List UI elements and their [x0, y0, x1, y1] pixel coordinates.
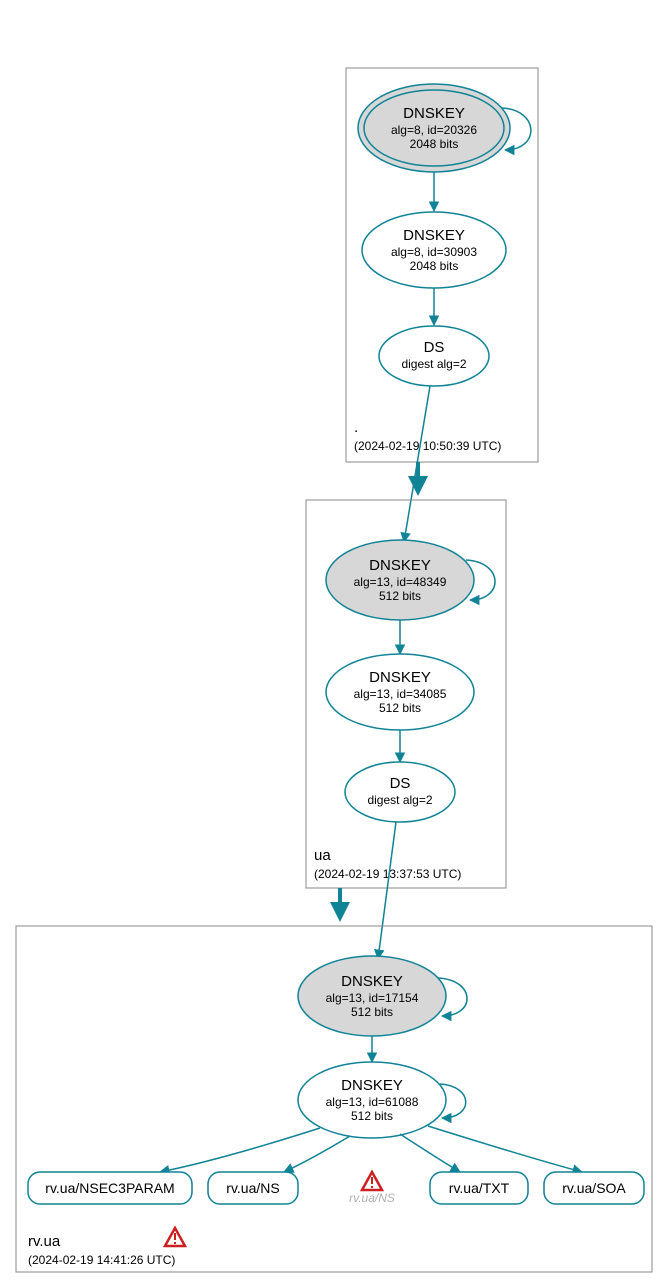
leaf-ns-warning: rv.ua/NS: [349, 1172, 395, 1205]
svg-text:rv.ua/NSEC3PARAM: rv.ua/NSEC3PARAM: [45, 1180, 174, 1196]
edge-rv-zsk-soa: [428, 1126, 582, 1172]
zone-name-rvua: rv.ua: [28, 1233, 61, 1250]
svg-text:rv.ua/TXT: rv.ua/TXT: [449, 1180, 510, 1196]
zone-time-root: (2024-02-19 10:50:39 UTC): [354, 439, 501, 453]
svg-text:rv.ua/SOA: rv.ua/SOA: [562, 1180, 626, 1196]
node-rv-zsk: DNSKEY alg=13, id=61088 512 bits: [298, 1062, 446, 1138]
svg-text:512 bits: 512 bits: [351, 1109, 393, 1123]
svg-text:alg=13, id=48349: alg=13, id=48349: [354, 575, 447, 589]
zone-name-ua: ua: [314, 847, 331, 864]
leaf-nsec3param: rv.ua/NSEC3PARAM: [28, 1172, 192, 1204]
edge-root-ds-ua-ksk: [404, 386, 430, 542]
edge-ua-ds-rv-ksk: [378, 822, 396, 959]
edge-rv-zsk-ns: [284, 1136, 350, 1172]
svg-text:digest alg=2: digest alg=2: [367, 793, 432, 807]
svg-text:digest alg=2: digest alg=2: [401, 357, 466, 371]
svg-text:DS: DS: [424, 339, 445, 356]
node-root-zsk: DNSKEY alg=8, id=30903 2048 bits: [362, 212, 506, 288]
svg-text:512 bits: 512 bits: [379, 589, 421, 603]
svg-text:2048 bits: 2048 bits: [410, 137, 459, 151]
leaf-ns: rv.ua/NS: [208, 1172, 298, 1204]
svg-text:rv.ua/NS: rv.ua/NS: [349, 1191, 395, 1205]
svg-text:DNSKEY: DNSKEY: [403, 227, 465, 244]
svg-text:DNSKEY: DNSKEY: [341, 1077, 403, 1094]
zone-time-ua: (2024-02-19 13:37:53 UTC): [314, 867, 461, 881]
edge-rv-zsk-txt: [400, 1134, 460, 1172]
node-rv-ksk: DNSKEY alg=13, id=17154 512 bits: [298, 956, 446, 1036]
node-ua-ksk: DNSKEY alg=13, id=48349 512 bits: [326, 540, 474, 620]
warning-icon: [362, 1172, 382, 1190]
svg-text:alg=13, id=61088: alg=13, id=61088: [326, 1095, 419, 1109]
svg-text:512 bits: 512 bits: [379, 701, 421, 715]
warning-icon: [165, 1228, 185, 1246]
svg-text:alg=8, id=20326: alg=8, id=20326: [391, 123, 477, 137]
leaf-soa: rv.ua/SOA: [544, 1172, 644, 1204]
zone-time-rvua: (2024-02-19 14:41:26 UTC): [28, 1253, 175, 1267]
svg-text:512 bits: 512 bits: [351, 1005, 393, 1019]
svg-text:DNSKEY: DNSKEY: [403, 105, 465, 122]
dnssec-chain-diagram: . (2024-02-19 10:50:39 UTC) DNSKEY alg=8…: [0, 0, 669, 1282]
svg-text:DNSKEY: DNSKEY: [369, 557, 431, 574]
node-ua-ds: DS digest alg=2: [345, 762, 455, 822]
svg-text:alg=13, id=17154: alg=13, id=17154: [326, 991, 419, 1005]
svg-text:DNSKEY: DNSKEY: [341, 973, 403, 990]
svg-text:alg=8, id=30903: alg=8, id=30903: [391, 245, 477, 259]
svg-text:DNSKEY: DNSKEY: [369, 669, 431, 686]
svg-text:rv.ua/NS: rv.ua/NS: [226, 1180, 279, 1196]
svg-text:DS: DS: [390, 775, 411, 792]
svg-text:2048 bits: 2048 bits: [410, 259, 459, 273]
node-root-ds: DS digest alg=2: [379, 326, 489, 386]
node-ua-zsk: DNSKEY alg=13, id=34085 512 bits: [326, 654, 474, 730]
node-root-ksk: DNSKEY alg=8, id=20326 2048 bits: [358, 84, 510, 172]
svg-text:alg=13, id=34085: alg=13, id=34085: [354, 687, 447, 701]
zone-name-root: .: [354, 419, 358, 436]
leaf-txt: rv.ua/TXT: [430, 1172, 528, 1204]
